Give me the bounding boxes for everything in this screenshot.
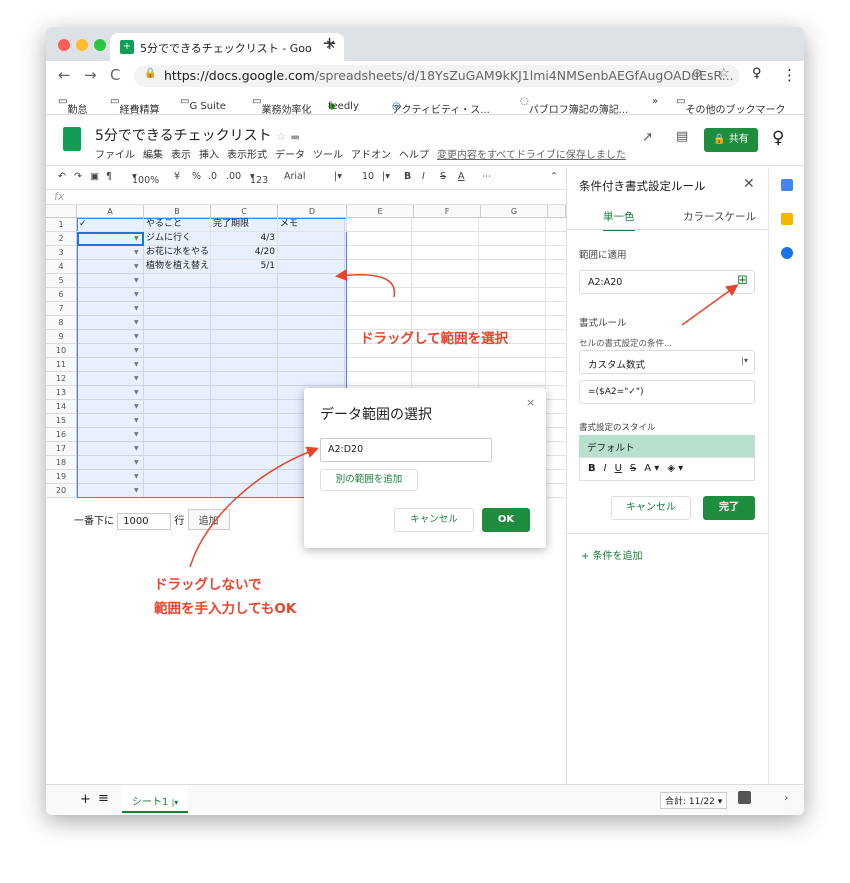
drag-annotation: ドラッグして範囲を選択 [360, 331, 509, 347]
manual-annotation-line1: ドラッグしないで [154, 577, 262, 593]
manual-annotation-line2: 範囲を手入力してもOK [154, 601, 297, 617]
drag-arrow [335, 269, 396, 298]
browser-window: + 5分でできるチェックリスト - Goo ✕ + ← → C 🔒 https:… [46, 27, 804, 815]
range-icon-arrow [681, 284, 739, 326]
annotation-arrows [189, 269, 739, 568]
manual-input-arrow [189, 446, 319, 568]
